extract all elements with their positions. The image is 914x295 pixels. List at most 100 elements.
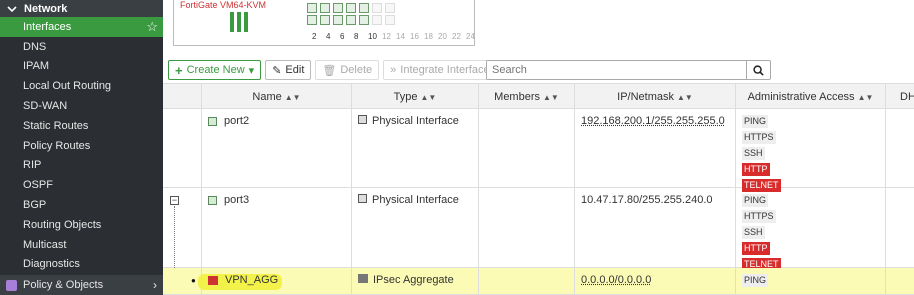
port-icon[interactable] [307, 3, 317, 13]
access-badge: PING [742, 115, 769, 128]
interface-name: port2 [224, 115, 250, 127]
port-number: 22 [452, 32, 461, 41]
integrate-label: Integrate Interface [400, 64, 490, 76]
column-header-ip-netmask[interactable]: IP/Netmask ▲▼ [574, 84, 735, 110]
search-button[interactable] [746, 61, 770, 79]
sort-icon: ▲▼ [284, 92, 301, 102]
table-row[interactable]: − port3 Physical Interface 10.47.17.80/2… [163, 188, 914, 276]
interface-type: IPsec Aggregate [373, 274, 454, 286]
port-icon[interactable] [385, 3, 395, 13]
column-header-dhcp[interactable]: DH [885, 84, 914, 110]
cell-access: PING HTTPS SSH HTTP TELNET [735, 109, 885, 192]
cell-access: PING HTTPS SSH HTTP TELNET [735, 188, 885, 271]
sidebar-item-label: RIP [23, 159, 42, 172]
edit-button[interactable]: ✎ Edit [265, 60, 312, 80]
column-header-members[interactable]: Members ▲▼ [478, 84, 574, 110]
interfaces-table: Name ▲▼ Type ▲▼ Members ▲▼ IP/Netmask ▲▼ Adm… [163, 83, 914, 295]
sidebar-item-ospf[interactable]: OSPF [0, 175, 163, 195]
delete-button[interactable]: 🗑︎ Delete [315, 60, 380, 80]
access-badge: HTTP [742, 163, 770, 176]
port-icon[interactable] [320, 3, 330, 13]
tree-bullet-icon: ● [191, 276, 196, 285]
column-header-admin-access[interactable]: Administrative Access ▲▼ [735, 84, 885, 110]
port-number: 20 [438, 32, 447, 41]
port-number: 8 [354, 32, 359, 41]
port-icon[interactable] [346, 3, 356, 13]
interface-name: port3 [224, 194, 250, 206]
cell-ip: 192.168.200.1/255.255.255.0 [574, 109, 735, 187]
cell-dhcp [885, 109, 914, 187]
port-icon[interactable] [359, 15, 369, 25]
port-icon[interactable] [333, 15, 343, 25]
fortigate-logo-icon [230, 12, 250, 32]
sidebar-item-rip[interactable]: RIP [0, 156, 163, 176]
sidebar-item-ipam[interactable]: IPAM [0, 57, 163, 77]
sidebar-item-policy-routes[interactable]: Policy Routes [0, 136, 163, 156]
sidebar-item-label: DNS [23, 40, 47, 53]
port-number: 18 [424, 32, 433, 41]
port-icon[interactable] [346, 15, 356, 25]
sidebar-item-routing-objects[interactable]: Routing Objects [0, 215, 163, 235]
interface-icon [208, 116, 217, 126]
device-faceplate: FortiGate VM64-KVM 2 4 6 8 10 12 14 16 1… [173, 0, 475, 46]
access-badge: HTTP [742, 242, 770, 255]
cell-type: Physical Interface [351, 188, 478, 267]
plus-icon: + [175, 62, 183, 78]
port-icon[interactable] [372, 3, 382, 13]
sidebar-section-network[interactable]: Network [0, 0, 163, 17]
cell-dhcp [885, 188, 914, 267]
cell-name: VPN_AGG [201, 268, 351, 294]
port-number: 10 [368, 32, 377, 41]
port-grid [307, 3, 395, 27]
collapse-icon[interactable]: − [170, 196, 179, 205]
sidebar-item-sd-wan[interactable]: SD-WAN [0, 96, 163, 116]
sort-icon: ▲▼ [543, 92, 559, 102]
cell-name: port2 [201, 109, 351, 187]
table-row[interactable]: port2 Physical Interface 192.168.200.1/2… [163, 109, 914, 192]
port-icon[interactable] [385, 15, 395, 25]
sidebar-item-dns[interactable]: DNS [0, 37, 163, 57]
port-number: 6 [340, 32, 345, 41]
search-input[interactable] [487, 61, 746, 79]
sidebar-item-label: Local Out Routing [23, 80, 112, 93]
sidebar-item-label: Policy Routes [23, 139, 91, 152]
main-content: FortiGate VM64-KVM 2 4 6 8 10 12 14 16 1… [163, 0, 914, 295]
interface-type: Physical Interface [372, 194, 459, 206]
sidebar-item-interfaces[interactable]: Interfaces ☆ [0, 17, 163, 37]
cell-members [478, 188, 574, 267]
star-icon[interactable]: ☆ [146, 19, 158, 35]
interface-ip: 0.0.0.0/0.0.0.0 [581, 274, 652, 286]
cell-name: port3 [201, 188, 351, 267]
column-header-name[interactable]: Name ▲▼ [201, 84, 351, 110]
column-header-type[interactable]: Type ▲▼ [351, 84, 478, 110]
cell-members [478, 109, 574, 187]
port-icon[interactable] [333, 3, 343, 13]
edit-label: Edit [285, 64, 305, 76]
cell-dhcp [885, 268, 914, 294]
ipsec-aggregate-icon [358, 274, 368, 283]
port-icon[interactable] [372, 15, 382, 25]
sidebar-section-policy-objects[interactable]: Policy & Objects › [0, 275, 163, 295]
table-header: Name ▲▼ Type ▲▼ Members ▲▼ IP/Netmask ▲▼ Adm… [163, 83, 914, 110]
sidebar-item-local-out-routing[interactable]: Local Out Routing [0, 76, 163, 96]
sidebar-item-static-routes[interactable]: Static Routes [0, 116, 163, 136]
sidebar-item-label: OSPF [23, 179, 53, 192]
sidebar-item-bgp[interactable]: BGP [0, 195, 163, 215]
column-header-label: Members [494, 91, 540, 103]
port-icon[interactable] [320, 15, 330, 25]
sidebar-item-multicast[interactable]: Multicast [0, 235, 163, 255]
port-icon[interactable] [307, 15, 317, 25]
port-number: 24 [466, 32, 475, 41]
table-row[interactable]: ● VPN_AGG IPsec Aggregate 0.0.0.0/0.0.0.… [163, 268, 914, 295]
sort-icon: ▲▼ [857, 92, 874, 102]
sidebar-item-label: SD-WAN [23, 100, 68, 113]
cell-members [478, 268, 574, 294]
access-badge: PING [742, 194, 769, 207]
sidebar-item-diagnostics[interactable]: Diagnostics [0, 255, 163, 275]
create-new-button[interactable]: + Create New ▾ [168, 60, 262, 80]
chevron-down-icon [6, 4, 18, 14]
integrate-interface-button[interactable]: » Integrate Interface [383, 60, 497, 80]
port-icon[interactable] [359, 3, 369, 13]
port-number: 4 [326, 32, 331, 41]
sidebar-section-label: Network [24, 2, 68, 15]
